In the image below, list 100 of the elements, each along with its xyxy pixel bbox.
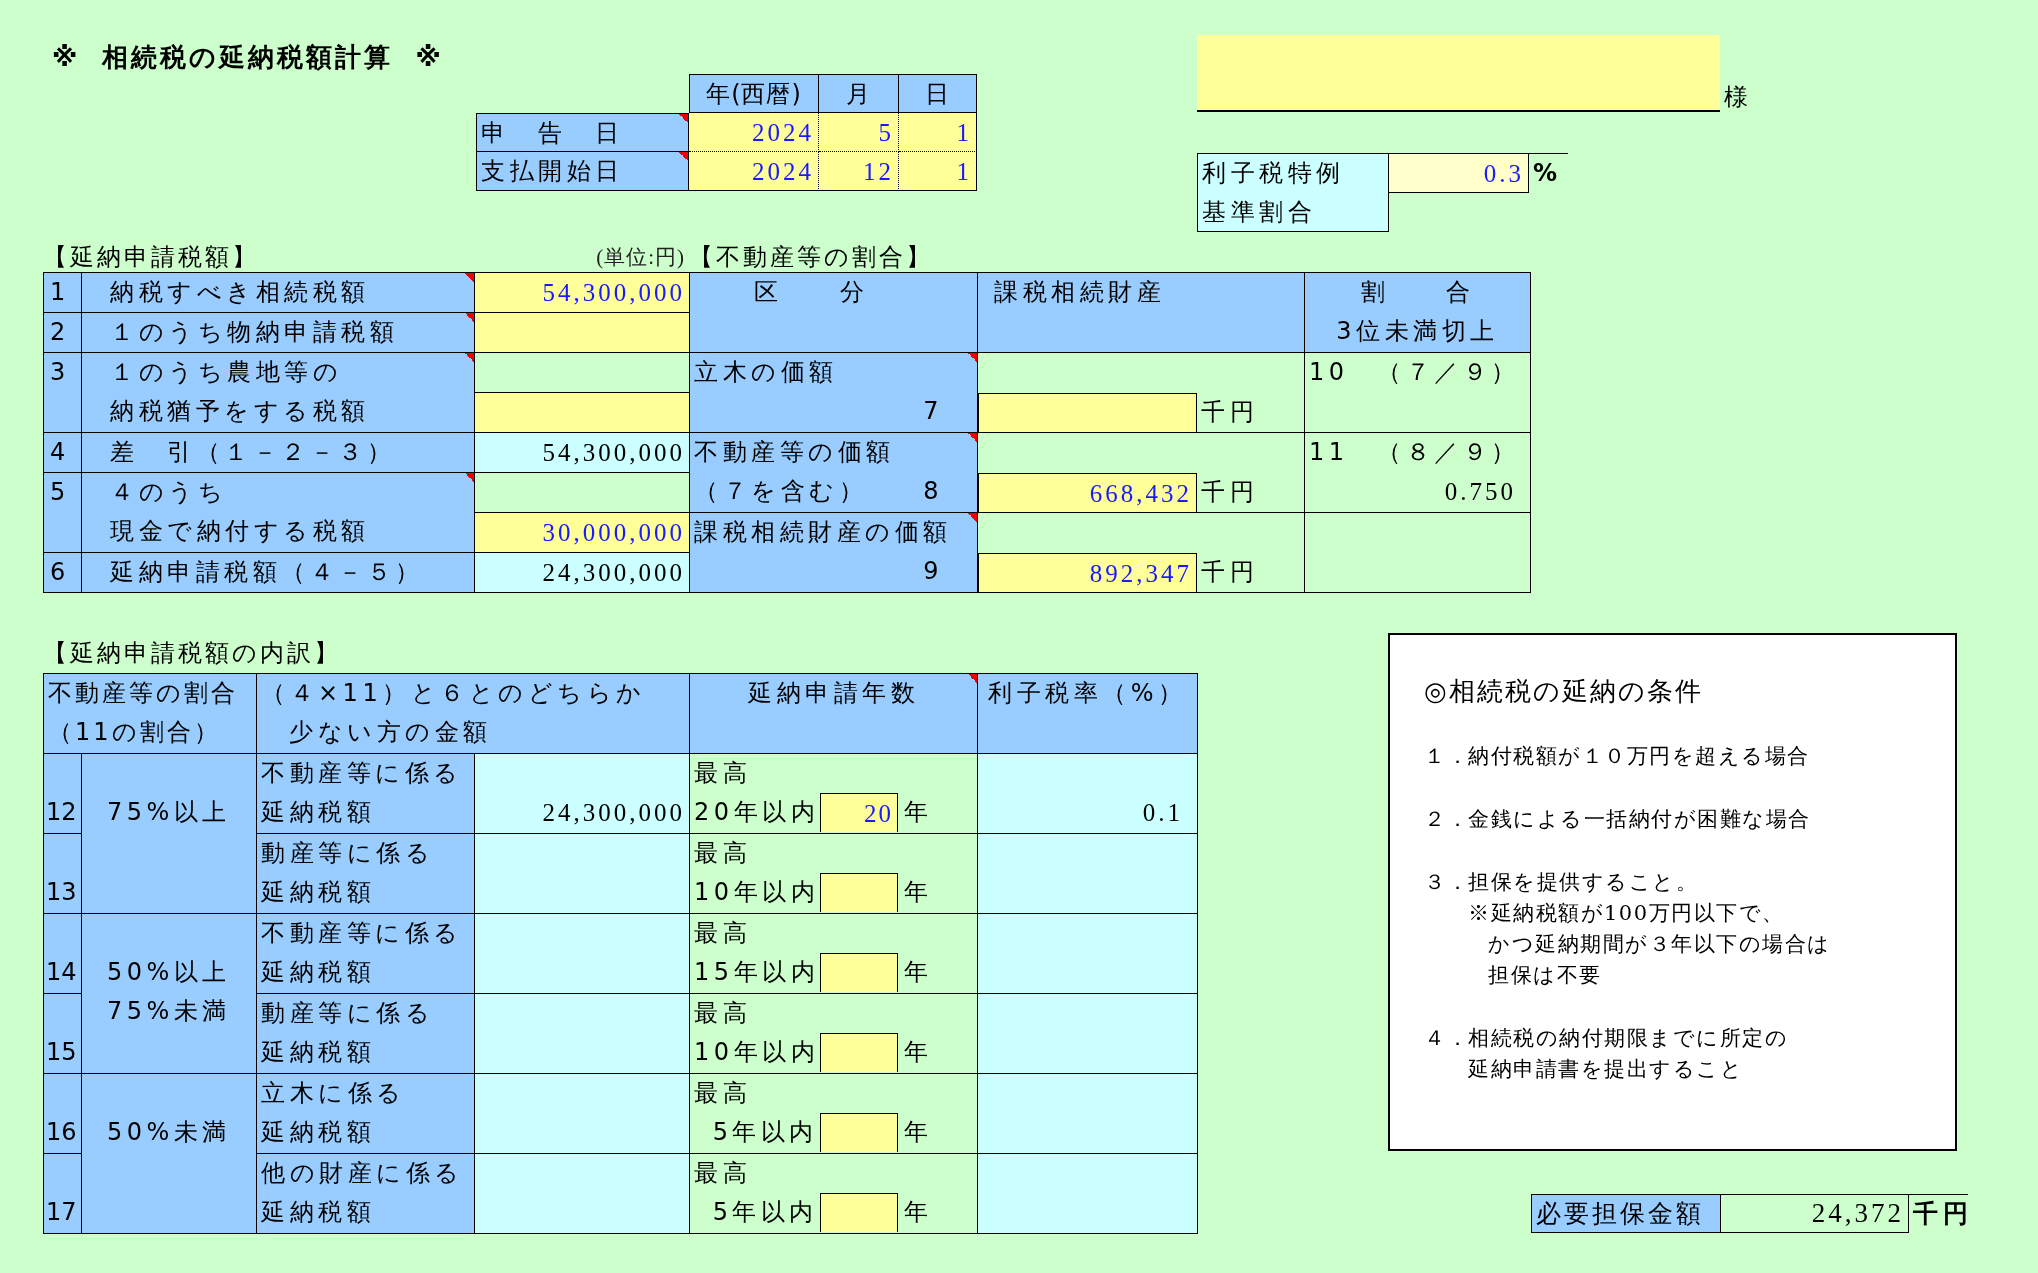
unit-label: 千円: [1912, 1198, 1969, 1230]
ratio-label: 11 （８／９）: [1309, 437, 1521, 468]
input-field[interactable]: [978, 393, 1197, 433]
rate-value: 0.1: [1141, 798, 1184, 828]
item-number: ２．: [1424, 806, 1468, 833]
input-field[interactable]: 54,300,000: [475, 273, 690, 313]
row-number: 17: [46, 1197, 77, 1228]
item-number: ３．: [1424, 869, 1468, 896]
limit-label: 10年以内: [694, 877, 820, 908]
row-label: 延納申請税額（４－５）: [110, 557, 425, 588]
row-label: 支払開始日: [481, 157, 624, 185]
unit-label: 年: [903, 877, 933, 908]
input-field[interactable]: [820, 1113, 898, 1152]
unit-label: %: [1532, 158, 1563, 189]
table-cell: 24,300,000: [475, 553, 690, 593]
row-number: 2: [50, 317, 67, 348]
row-number: 6: [50, 557, 67, 588]
column-header: 不動産等の割合: [48, 678, 239, 709]
column-header: 利子税率（%）: [987, 678, 1188, 709]
input-field[interactable]: 668,432: [978, 473, 1197, 513]
input-field[interactable]: [820, 1193, 898, 1232]
row-label: 納税すべき相続税額: [110, 277, 371, 308]
row-label: 不動産等の価額: [694, 437, 896, 468]
table-cell: 54,300,000: [475, 433, 690, 473]
input-field[interactable]: 12: [819, 152, 899, 191]
unit-label: 年: [903, 1117, 933, 1148]
unit-label: 年: [903, 957, 933, 988]
limit-label: 5年以内: [711, 1197, 819, 1228]
max-label: 最高: [694, 758, 752, 789]
input-field[interactable]: 0.3: [1389, 154, 1529, 193]
condition-text: 延納申請書を提出すること: [1468, 1056, 1743, 1083]
max-label: 最高: [694, 838, 752, 869]
column-header: 課税相続財産: [993, 277, 1166, 308]
row-number: 7: [923, 396, 943, 427]
panel-title: ◎相続税の延納の条件: [1424, 675, 1703, 708]
row-label: 不動産等に係る: [261, 758, 464, 789]
column-header: 日: [925, 80, 950, 108]
row-label: 申 告 日: [481, 119, 624, 147]
row-label: 動産等に係る: [261, 838, 435, 869]
column-header: 3位未満切上: [1335, 316, 1500, 347]
column-header: 年(西暦): [706, 80, 802, 108]
row-number: 12: [46, 797, 77, 828]
column-header: （４×11）と６とのどちらか: [261, 678, 647, 709]
input-field[interactable]: [1197, 35, 1720, 112]
unit-label: 年: [903, 1037, 933, 1068]
row-label: 必要担保金額: [1536, 1199, 1704, 1228]
item-number: １．: [1424, 743, 1468, 770]
max-label: 最高: [694, 998, 752, 1029]
max-label: 最高: [694, 1078, 752, 1109]
row-label: 現金で納付する税額: [110, 516, 371, 547]
unit-label: 年: [903, 1197, 933, 1228]
input-field[interactable]: [820, 1033, 898, 1072]
row-number: 8: [923, 476, 943, 507]
row-sublabel: （７を含む）: [694, 476, 867, 507]
row-label: 利子税特例: [1202, 158, 1346, 189]
max-label: 最高: [694, 918, 752, 949]
row-number: 5: [50, 477, 67, 508]
column-header: 少ない方の金額: [288, 717, 493, 748]
input-field[interactable]: 1: [899, 113, 977, 152]
condition-text: 担保を提供すること。: [1468, 869, 1698, 896]
ratio-label: 10 （７／９）: [1309, 357, 1521, 388]
input-field[interactable]: [475, 313, 690, 353]
row-number: 4: [50, 437, 67, 468]
row-label: 基準割合: [1202, 197, 1317, 228]
input-field[interactable]: [475, 393, 690, 433]
section-heading: 【延納申請税額の内訳】: [43, 638, 341, 669]
row-number: 14: [46, 957, 77, 988]
note-text: ※延納税額が100万円以下で、: [1468, 900, 1785, 927]
row-number: 1: [50, 277, 67, 308]
input-field[interactable]: [820, 953, 898, 992]
limit-label: 10年以内: [694, 1037, 820, 1068]
input-field[interactable]: 2024: [689, 113, 819, 152]
section-heading: 【不動産等の割合】: [689, 242, 934, 272]
row-number: 9: [923, 556, 943, 587]
row-label: 立木に係る: [261, 1078, 407, 1109]
input-field[interactable]: 30,000,000: [475, 513, 690, 553]
share-label: 75%未満: [106, 996, 232, 1027]
row-label: １のうち農地等の: [110, 357, 343, 388]
section-heading: 【延納申請税額】: [43, 242, 260, 272]
row-label: 動産等に係る: [261, 998, 435, 1029]
input-field[interactable]: 20: [820, 793, 898, 832]
input-field[interactable]: 892,347: [978, 553, 1197, 593]
row-label: 課税相続財産の価額: [694, 517, 953, 548]
row-label: 延納税額: [261, 1037, 376, 1068]
unit-label: 千円: [1201, 558, 1258, 586]
note-text: 担保は不要: [1487, 962, 1602, 989]
input-field[interactable]: 2024: [689, 152, 819, 191]
limit-label: 20年以内: [694, 797, 820, 828]
row-label: 延納税額: [261, 797, 376, 828]
row-label: １のうち物納申請税額: [110, 317, 399, 348]
input-field[interactable]: 1: [899, 152, 977, 191]
max-label: 最高: [694, 1158, 752, 1189]
share-label: 50%未満: [106, 1117, 232, 1148]
row-label: 延納税額: [261, 1197, 376, 1228]
input-field[interactable]: 5: [819, 113, 899, 152]
share-label: 50%以上: [106, 957, 232, 988]
unit-label: 千円: [1201, 398, 1258, 426]
input-field[interactable]: [820, 873, 898, 912]
limit-label: 15年以内: [694, 957, 820, 988]
row-label: 延納税額: [261, 877, 376, 908]
